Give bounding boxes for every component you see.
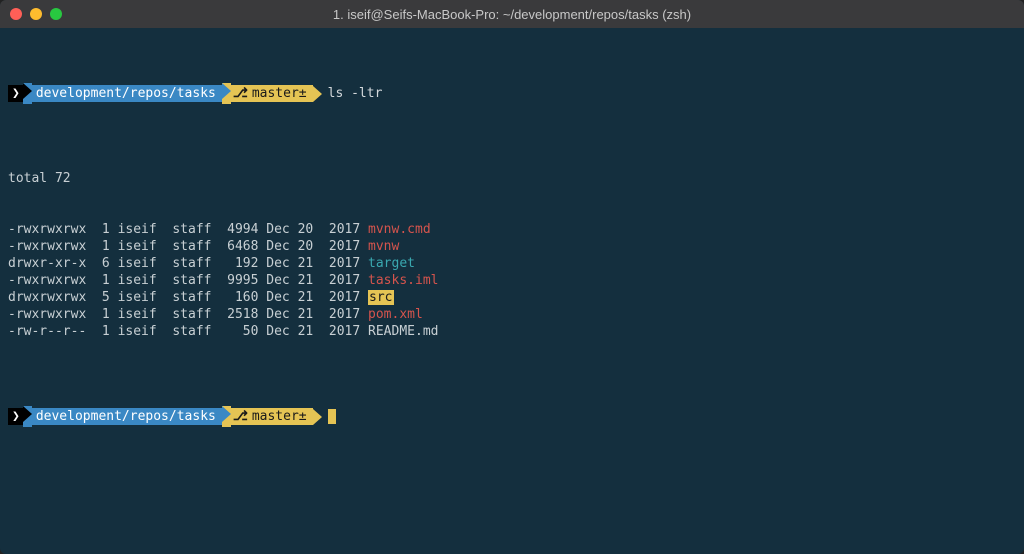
arrow-sep-icon: [222, 83, 231, 104]
file-meta: -rwxrwxrwx 1 iseif staff 6468 Dec 20 201…: [8, 239, 368, 254]
path-segment: development/repos/tasks: [32, 408, 222, 425]
terminal-body[interactable]: ❯ development/repos/tasks ⎇master±ls -lt…: [0, 28, 1024, 554]
arrow-sep-icon: [313, 409, 322, 425]
list-row: -rwxrwxrwx 1 iseif staff 9995 Dec 21 201…: [8, 272, 1016, 289]
branch-segment: ⎇master±: [231, 408, 313, 425]
file-meta: -rwxrwxrwx 1 iseif staff 2518 Dec 21 201…: [8, 307, 368, 322]
file-meta: -rwxrwxrwx 1 iseif staff 4994 Dec 20 201…: [8, 222, 368, 237]
list-row: -rwxrwxrwx 1 iseif staff 6468 Dec 20 201…: [8, 238, 1016, 255]
close-icon[interactable]: [10, 8, 22, 20]
file-name: README.md: [368, 324, 438, 339]
file-meta: -rwxrwxrwx 1 iseif staff 9995 Dec 21 201…: [8, 273, 368, 288]
branch-segment: ⎇master±: [231, 85, 313, 102]
file-name: mvnw: [368, 239, 399, 254]
file-name: tasks.iml: [368, 273, 438, 288]
cursor: [328, 409, 336, 424]
git-branch-icon: ⎇: [233, 85, 248, 102]
list-row: -rwxrwxrwx 1 iseif staff 4994 Dec 20 201…: [8, 221, 1016, 238]
prompt-line-1: ❯ development/repos/tasks ⎇master± ls -lt…: [8, 85, 1016, 102]
list-row: drwxrwxrwx 5 iseif staff 160 Dec 21 2017…: [8, 289, 1016, 306]
list-row: -rw-r--r-- 1 iseif staff 50 Dec 21 2017 …: [8, 323, 1016, 340]
file-name: pom.xml: [368, 307, 423, 322]
minimize-icon[interactable]: [30, 8, 42, 20]
traffic-lights: [10, 8, 62, 20]
file-listing: -rwxrwxrwx 1 iseif staff 4994 Dec 20 201…: [8, 221, 1016, 340]
branch-label: master±: [252, 408, 307, 425]
arrow-sep-icon: [23, 406, 32, 427]
path-segment: development/repos/tasks: [32, 85, 222, 102]
arrow-sep-icon: [23, 83, 32, 104]
prompt-arrow-icon: ❯: [8, 85, 23, 102]
titlebar: 1. iseif@Seifs-MacBook-Pro: ~/developmen…: [0, 0, 1024, 28]
terminal-window: 1. iseif@Seifs-MacBook-Pro: ~/developmen…: [0, 0, 1024, 554]
file-meta: -rw-r--r-- 1 iseif staff 50 Dec 21 2017: [8, 324, 368, 339]
arrow-sep-icon: [222, 406, 231, 427]
prompt-arrow-icon: ❯: [8, 408, 23, 425]
list-row: drwxr-xr-x 6 iseif staff 192 Dec 21 2017…: [8, 255, 1016, 272]
branch-label: master±: [252, 85, 307, 102]
file-meta: drwxrwxrwx 5 iseif staff 160 Dec 21 2017: [8, 290, 368, 305]
list-row: -rwxrwxrwx 1 iseif staff 2518 Dec 21 201…: [8, 306, 1016, 323]
total-line: total 72: [8, 170, 1016, 187]
file-name: mvnw.cmd: [368, 222, 431, 237]
file-meta: drwxr-xr-x 6 iseif staff 192 Dec 21 2017: [8, 256, 368, 271]
path-text: development/repos/tasks: [36, 408, 216, 425]
command-text: ls -ltr: [322, 85, 383, 102]
file-name: src: [368, 290, 393, 305]
file-name: target: [368, 256, 415, 271]
window-title: 1. iseif@Seifs-MacBook-Pro: ~/developmen…: [333, 7, 691, 22]
maximize-icon[interactable]: [50, 8, 62, 20]
prompt-line-2: ❯ development/repos/tasks ⎇master±: [8, 408, 1016, 425]
git-branch-icon: ⎇: [233, 408, 248, 425]
path-text: development/repos/tasks: [36, 85, 216, 102]
arrow-sep-icon: [313, 86, 322, 102]
